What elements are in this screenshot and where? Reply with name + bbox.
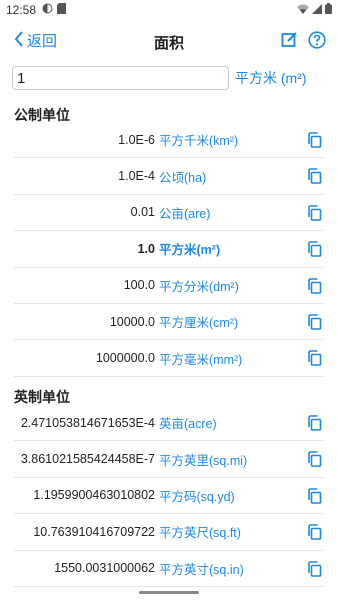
value-input[interactable] (12, 66, 229, 90)
list-item: 100.0 平方分米(dm²) (14, 268, 324, 304)
row-unit: 平方码(sq.yd) (159, 489, 235, 504)
copy-button[interactable] (307, 277, 322, 299)
row-value: 1550.0031000062 (54, 561, 155, 576)
home-indicator (139, 591, 199, 594)
list-item: 1.0 平方米(m²) (14, 231, 324, 268)
copy-button[interactable] (307, 132, 322, 153)
help-icon (308, 31, 326, 53)
edit-button[interactable] (281, 31, 298, 53)
signal-icon (312, 3, 322, 17)
row-value: 1.0 (137, 241, 155, 256)
row-unit: 平方米(m²) (159, 243, 221, 258)
copy-icon (307, 204, 322, 225)
unit-selector[interactable]: 平方米 (m²) (235, 68, 307, 88)
list-item: 1000000.0 平方毫米(mm²) (14, 340, 324, 377)
battery-icon (325, 3, 332, 17)
row-value: 100.0 (123, 278, 155, 293)
row-unit: 平方英里(sq.mi) (159, 453, 248, 468)
copy-icon (307, 415, 322, 435)
row-unit: 平方英寸(sq.in) (159, 562, 244, 577)
copy-button[interactable] (307, 487, 322, 509)
edit-icon (281, 32, 298, 52)
row-value: 1000000.0 (95, 351, 155, 366)
row-unit: 公顷(ha) (159, 170, 207, 185)
list-item: 1550.0031000062 平方英寸(sq.in) (14, 551, 324, 587)
list-item: 10000.0 平方厘米(cm²) (14, 304, 324, 341)
copy-button[interactable] (307, 314, 322, 335)
row-unit: 公亩(are) (159, 206, 211, 221)
app-notification-icon (42, 3, 53, 17)
row-value: 1.0E-6 (118, 132, 155, 147)
copy-icon (307, 524, 322, 544)
copy-icon (307, 487, 322, 508)
copy-icon (307, 350, 322, 370)
list-item: 1.1959900463010802 平方码(sq.yd) (14, 478, 324, 515)
status-time: 12:58 (6, 3, 37, 17)
copy-icon (307, 314, 322, 334)
row-value: 3.861021585424458E-7 (20, 452, 155, 467)
row-unit: 英亩(acre) (159, 417, 217, 432)
input-row: 平方米 (m²) (12, 65, 328, 91)
row-unit: 平方英尺(sq.ft) (159, 526, 241, 541)
row-unit: 平方毫米(mm²) (159, 352, 243, 367)
row-value: 2.471053814671653E-4 (20, 415, 155, 430)
row-value: 10000.0 (109, 314, 155, 329)
copy-button[interactable] (307, 560, 322, 582)
list-item: 0.01 公亩(are) (14, 195, 324, 232)
metric-list: 1.0E-6 平方千米(km²) 1.0E-4 公顷(ha) 0.01 公亩(are) 1.… (0, 122, 338, 377)
copy-icon (307, 168, 322, 188)
wifi-icon (297, 3, 309, 17)
nav-bar: 返回 面积 (0, 26, 338, 56)
copy-button[interactable] (307, 168, 322, 189)
copy-button[interactable] (307, 451, 322, 472)
list-item: 10.763910416709722 平方英尺(sq.ft) (14, 514, 324, 551)
row-unit: 平方分米(dm²) (159, 279, 239, 294)
copy-button[interactable] (307, 241, 322, 262)
row-unit: 平方千米(km²) (159, 134, 239, 149)
status-bar: 12:58 (0, 0, 338, 20)
row-value: 0.01 (130, 205, 155, 220)
row-value: 1.1959900463010802 (33, 488, 155, 503)
sd-card-icon (57, 3, 67, 17)
copy-icon (307, 277, 322, 298)
copy-button[interactable] (307, 415, 322, 436)
copy-icon (307, 241, 322, 261)
copy-button[interactable] (307, 350, 322, 371)
help-button[interactable] (308, 31, 326, 54)
list-item: 2.471053814671653E-4 英亩(acre) (14, 405, 324, 442)
list-item: 3.861021585424458E-7 平方英里(sq.mi) (14, 441, 324, 478)
copy-icon (307, 560, 322, 581)
copy-icon (307, 132, 322, 152)
list-item: 1.0E-4 公顷(ha) (14, 158, 324, 195)
list-item: 1.0E-6 平方千米(km²) (14, 122, 324, 159)
copy-button[interactable] (307, 524, 322, 545)
imperial-list: 2.471053814671653E-4 英亩(acre) 3.8610215854… (0, 405, 338, 587)
copy-icon (307, 451, 322, 471)
copy-button[interactable] (307, 204, 322, 226)
row-unit: 平方厘米(cm²) (159, 316, 239, 331)
section-title-imperial: 英制单位 (14, 389, 70, 405)
row-value: 10.763910416709722 (33, 524, 155, 539)
row-value: 1.0E-4 (118, 169, 155, 184)
